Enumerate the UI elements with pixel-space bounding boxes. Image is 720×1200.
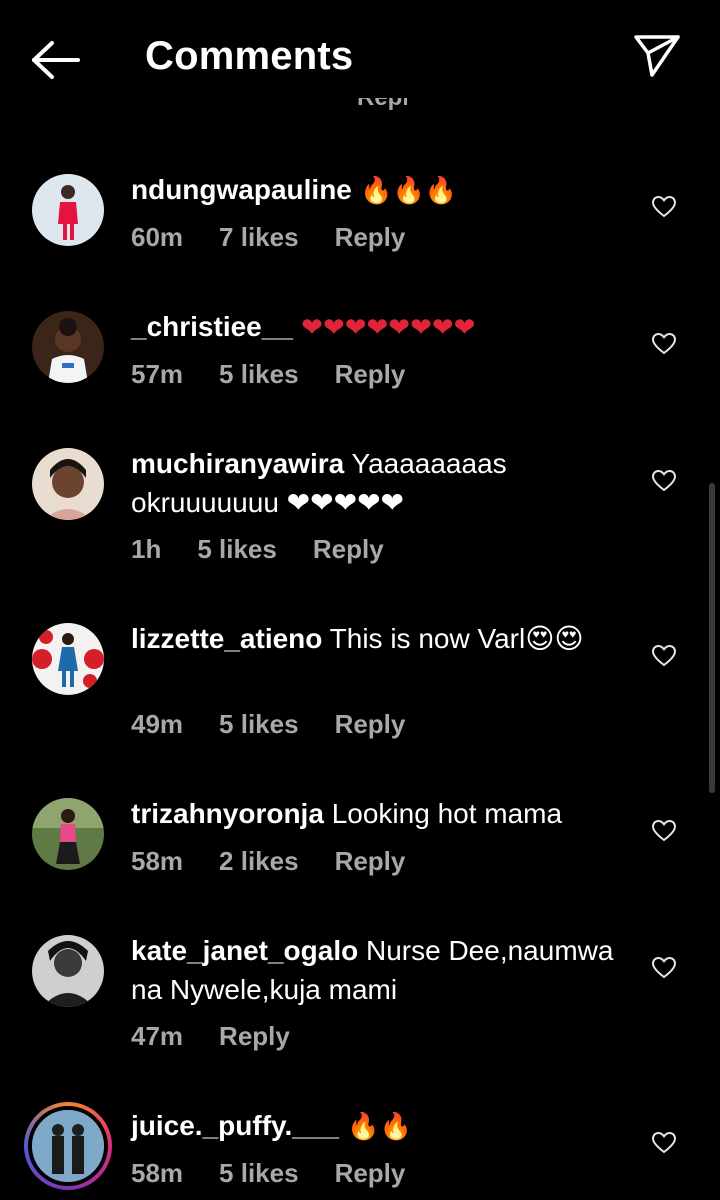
comment-username[interactable]: muchiranyawira [131,448,344,479]
comment-text: lizzette_atieno This is now Varl😍😍 [131,619,631,658]
comment-username[interactable]: _christiee__ [131,311,293,342]
page-title: Comments [145,34,354,78]
reply-button[interactable]: Reply [335,846,406,876]
comment-body: 🔥🔥 [339,1112,413,1142]
comment-time: 58m [131,1158,184,1188]
comment-username[interactable]: juice._puffy.___ [131,1110,339,1141]
reply-button[interactable]: Reply [335,222,406,252]
comment-text: ndungwapauline 🔥🔥🔥 [131,170,631,211]
like-heart-icon[interactable] [652,333,676,355]
comment-time: 60m [131,222,184,252]
comment-likes[interactable]: 7 likes [219,222,299,252]
comment-username[interactable]: trizahnyoronja [131,798,324,829]
like-heart-icon[interactable] [652,1132,676,1154]
comment-username[interactable]: lizzette_atieno [131,623,322,654]
comment-time: 57m [131,359,184,389]
comment-text: _christiee__ ❤❤❤❤❤❤❤❤ [131,307,631,348]
comment-meta: 58m 2 likes Reply [131,846,441,877]
comment-time: 58m [131,846,184,876]
comment-text: muchiranyawira Yaaaaaaaas okruuuuuuu ❤❤❤… [131,444,631,522]
avatar[interactable] [32,174,104,246]
comment-text: juice._puffy.___ 🔥🔥 [131,1106,631,1147]
comment-time: 1h [131,534,162,564]
scrollbar[interactable] [709,483,715,793]
comment-meta: 47m Reply [131,1021,326,1052]
comment-text: kate_janet_ogalo Nurse Dee,naumwa na Nyw… [131,931,631,1009]
reply-button[interactable]: Reply [313,534,384,564]
avatar[interactable] [32,935,104,1007]
like-heart-icon[interactable] [652,957,676,979]
reply-button[interactable]: Reply [335,359,406,389]
avatar[interactable] [32,311,104,383]
like-heart-icon[interactable] [652,470,676,492]
reply-button[interactable]: Reply [219,1021,290,1051]
comment-meta: 58m 5 likes Reply [131,1158,441,1189]
comment-body: Looking hot mama [323,798,563,829]
top-bar: Comments Reply [0,0,720,115]
comment-body: 🔥🔥🔥 [351,176,458,206]
like-heart-icon[interactable] [652,196,676,218]
comment-username[interactable]: ndungwapauline [131,174,352,205]
comment-likes[interactable]: 5 likes [219,1158,299,1188]
comment-body: ❤❤❤❤❤❤❤❤ [292,313,476,343]
comment-meta: 49m 5 likes Reply [131,709,441,740]
partially-hidden-reply: Reply [357,98,407,116]
comment-text: trizahnyoronja Looking hot mama [131,794,631,833]
send-direct-icon[interactable] [632,32,682,78]
comment-time: 49m [131,709,184,739]
avatar[interactable] [32,798,104,870]
comment-username[interactable]: kate_janet_ogalo [131,935,358,966]
comment-body: This is now Varl😍😍 [322,623,584,654]
back-arrow-icon[interactable] [30,38,82,82]
comment-time: 47m [131,1021,184,1051]
comment-meta: 60m 7 likes Reply [131,222,441,253]
avatar[interactable] [32,623,104,695]
comment-likes[interactable]: 5 likes [219,709,299,739]
avatar[interactable] [32,448,104,520]
reply-button[interactable]: Reply [335,1158,406,1188]
comment-meta: 1h 5 likes Reply [131,534,420,565]
like-heart-icon[interactable] [652,820,676,842]
comment-likes[interactable]: 2 likes [219,846,299,876]
like-heart-icon[interactable] [652,645,676,667]
comment-meta: 57m 5 likes Reply [131,359,441,390]
reply-button[interactable]: Reply [335,709,406,739]
comment-likes[interactable]: 5 likes [219,359,299,389]
comment-likes[interactable]: 5 likes [197,534,277,564]
avatar-with-story-ring[interactable] [24,1102,112,1190]
